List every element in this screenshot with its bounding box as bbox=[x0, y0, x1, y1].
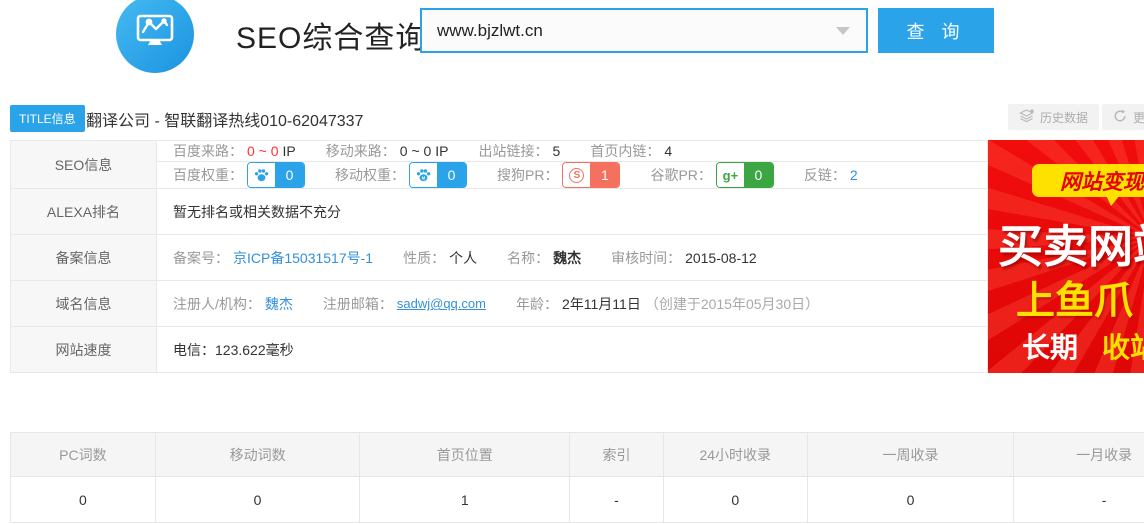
ad-banner[interactable]: 网站变现 买卖网站 上鱼爪 长期 收站 bbox=[988, 140, 1144, 373]
stats-value: 0 bbox=[156, 477, 361, 522]
sogou-icon: S bbox=[569, 168, 584, 183]
query-button[interactable]: 查 询 bbox=[878, 8, 994, 53]
alexa-value: 暂无排名或相关数据不充分 bbox=[173, 202, 341, 222]
stats-header: 首页位置 bbox=[360, 433, 570, 476]
seo-subrow-weights: 百度权重： 0 bbox=[157, 162, 987, 188]
icp-number: 备案号： 京ICP备15031517号-1 bbox=[173, 248, 373, 268]
seo-subrow-traffic: 百度来路： 0 ~ 0 IP 移动来路： 0 ~ 0 IP 出站链接： 5 首页… bbox=[157, 141, 987, 162]
row-label-alexa: ALEXA排名 bbox=[11, 189, 157, 234]
index-stats-table: PC词数 移动词数 首页位置 索引 24小时收录 一周收录 一月收录 0 0 1… bbox=[10, 432, 1144, 523]
stats-header: PC词数 bbox=[11, 433, 156, 476]
table-row-seo: SEO信息 百度来路： 0 ~ 0 IP 移动来路： 0 ~ 0 IP 出站链接… bbox=[11, 141, 987, 189]
backlinks-link[interactable]: 2 bbox=[850, 167, 858, 183]
table-row-alexa: ALEXA排名 暂无排名或相关数据不充分 bbox=[11, 189, 987, 235]
backlinks: 反链： 2 bbox=[804, 165, 858, 185]
icp-name: 名称： 魏杰 bbox=[507, 248, 581, 268]
icp-number-link[interactable]: 京ICP备15031517号-1 bbox=[233, 248, 373, 268]
row-label-icp: 备案信息 bbox=[11, 235, 157, 280]
sogou-pr-badge[interactable]: S 1 bbox=[562, 162, 620, 188]
site-title-text: 翻译公司 - 智联翻译热线010-62047337 bbox=[86, 107, 363, 131]
row-label-seo: SEO信息 bbox=[11, 141, 157, 188]
stats-value-row: 0 0 1 - 0 0 - bbox=[11, 477, 1144, 522]
sogou-pr: 搜狗PR： S 1 bbox=[497, 162, 620, 188]
seo-info-table: SEO信息 百度来路： 0 ~ 0 IP 移动来路： 0 ~ 0 IP 出站链接… bbox=[10, 140, 988, 373]
stats-value: - bbox=[1014, 477, 1144, 522]
refresh-data-button[interactable]: 更新数据 bbox=[1102, 104, 1144, 130]
google-pr: 谷歌PR： g+ 0 bbox=[650, 162, 773, 188]
url-input[interactable] bbox=[422, 21, 836, 41]
row-label-speed: 网站速度 bbox=[11, 327, 157, 372]
stats-header: 24小时收录 bbox=[664, 433, 808, 476]
chevron-down-icon[interactable] bbox=[836, 27, 850, 35]
domain-registrant: 注册人/机构： 魏杰 bbox=[173, 294, 293, 314]
stats-value: - bbox=[570, 477, 664, 522]
page-title: SEO综合查询 bbox=[236, 13, 426, 57]
stats-header: 一周收录 bbox=[808, 433, 1015, 476]
stats-header-row: PC词数 移动词数 首页位置 索引 24小时收录 一周收录 一月收录 bbox=[11, 433, 1144, 477]
ad-subline: 上鱼爪 bbox=[1016, 270, 1133, 326]
paw-icon bbox=[248, 163, 275, 187]
ad-headline: 买卖网站 bbox=[998, 210, 1144, 275]
registrant-link[interactable]: 魏杰 bbox=[265, 294, 293, 314]
stats-value: 0 bbox=[11, 477, 156, 522]
ad-bubble-text: 网站变现 bbox=[1032, 164, 1144, 197]
baidu-traffic: 百度来路： 0 ~ 0 IP bbox=[173, 141, 296, 161]
baidu-weight: 百度权重： 0 bbox=[173, 162, 305, 188]
refresh-icon bbox=[1113, 109, 1127, 126]
google-plus-icon: g+ bbox=[723, 168, 739, 183]
paw-icon: M bbox=[410, 163, 437, 187]
stats-header: 索引 bbox=[570, 433, 664, 476]
homepage-inlinks: 首页内链： 4 bbox=[590, 141, 672, 161]
stats-header: 移动词数 bbox=[156, 433, 361, 476]
mobile-traffic: 移动来路： 0 ~ 0 IP bbox=[326, 141, 449, 161]
email-link[interactable]: sadwj@qq.com bbox=[397, 296, 486, 311]
history-data-button[interactable]: 历史数据 bbox=[1008, 104, 1099, 130]
title-info-badge: TITLE信息 bbox=[10, 105, 85, 132]
row-label-domain: 域名信息 bbox=[11, 281, 157, 326]
app-logo bbox=[116, 0, 194, 73]
svg-text:M: M bbox=[422, 176, 426, 181]
table-row-domain: 域名信息 注册人/机构： 魏杰 注册邮箱： sadwj@qq.com 年龄： 2… bbox=[11, 281, 987, 327]
monitor-chart-icon bbox=[131, 8, 179, 61]
icp-audit-time: 审核时间： 2015-08-12 bbox=[611, 248, 757, 268]
table-row-speed: 网站速度 电信：123.622毫秒 bbox=[11, 327, 987, 372]
url-search-box bbox=[420, 8, 868, 53]
icp-nature: 性质： 个人 bbox=[403, 248, 477, 268]
mobile-weight: 移动权重： M 0 bbox=[335, 162, 467, 188]
stats-header: 一月收录 bbox=[1014, 433, 1144, 476]
outbound-links: 出站链接： 5 bbox=[479, 141, 561, 161]
speed-value: 电信：123.622毫秒 bbox=[173, 340, 294, 360]
google-pr-badge[interactable]: g+ 0 bbox=[716, 162, 774, 188]
domain-email: 注册邮箱： sadwj@qq.com bbox=[323, 294, 486, 314]
stats-value: 0 bbox=[664, 477, 808, 522]
mobile-weight-badge[interactable]: M 0 bbox=[409, 162, 467, 188]
ad-footline: 长期 收站 bbox=[1022, 326, 1144, 366]
table-row-icp: 备案信息 备案号： 京ICP备15031517号-1 性质： 个人 名称： 魏杰… bbox=[11, 235, 987, 281]
stats-value: 0 bbox=[808, 477, 1015, 522]
stats-value: 1 bbox=[360, 477, 570, 522]
layers-icon bbox=[1019, 109, 1034, 126]
baidu-weight-badge[interactable]: 0 bbox=[247, 162, 305, 188]
domain-age: 年龄： 2年11月11日 （创建于2015年05月30日） bbox=[516, 294, 819, 314]
